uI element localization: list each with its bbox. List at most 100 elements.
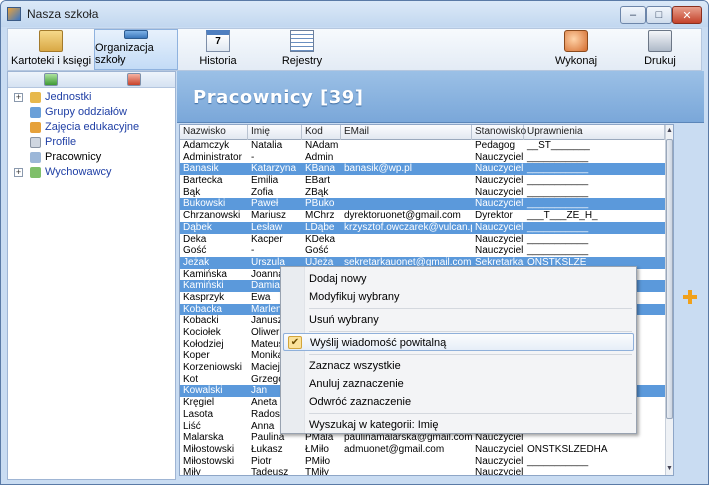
plus-icon[interactable] <box>682 289 698 305</box>
menu-item-modyfikuj[interactable]: Modyfikuj wybrany <box>283 288 634 306</box>
cell-stanowisko: Nauczyciel <box>475 443 524 455</box>
close-button[interactable]: ✕ <box>672 6 702 24</box>
menu-item-label: Wyślij wiadomość powitalną <box>310 337 447 349</box>
cell-nazwisko: Kot <box>183 373 199 385</box>
toolbar-kartoteki-button[interactable]: Kartoteki i księgi <box>8 29 94 70</box>
tree-item-pracownicy[interactable]: Pracownicy <box>8 150 175 165</box>
tree-item-profile[interactable]: Profile <box>8 135 175 150</box>
page-title: Pracownicy [39] <box>193 87 364 108</box>
menu-item-odwroc-zaznaczenie[interactable]: Odwróć zaznaczenie <box>283 393 634 411</box>
vertical-scrollbar[interactable]: ▲ ▼ <box>665 125 673 475</box>
right-action-panel <box>677 124 704 476</box>
cell-nazwisko: Kobacka <box>183 303 222 315</box>
maximize-button[interactable]: □ <box>646 6 672 24</box>
menu-item-wyslij-wiadomosc[interactable]: ✔ Wyślij wiadomość powitalną <box>283 333 634 351</box>
table-row[interactable]: Chrzanowski Mariusz MChrz dyrektoruonet@gma… <box>180 210 665 222</box>
cell-email <box>341 140 472 152</box>
table-row[interactable]: Deka Kacper KDeka Nauczyciel ___________ <box>180 234 665 246</box>
expand-icon[interactable]: + <box>14 93 23 102</box>
cell-email: admuonet@gmail.com <box>344 443 445 455</box>
tree-item-wychowawcy[interactable]: + Wychowawcy <box>8 165 175 180</box>
cell-kod: KBana <box>305 163 336 175</box>
cell-imie: - <box>251 151 255 163</box>
cell-kod: PMiło <box>305 455 331 467</box>
menu-item-anuluj-zaznaczenie[interactable]: Anuluj zaznaczenie <box>283 375 634 393</box>
toolbar-wykonaj-button[interactable]: Wykonaj <box>546 29 606 70</box>
scroll-down-icon[interactable]: ▼ <box>666 463 673 475</box>
cell-kod: Gość <box>305 245 329 257</box>
title-bar[interactable]: Nasza szkoła – □ ✕ <box>1 1 708 27</box>
groups-icon <box>30 107 41 118</box>
table-row[interactable]: Miły Tadeusz TMiły Nauczyciel ___________ <box>180 467 665 476</box>
menu-separator <box>309 308 632 309</box>
scrollbar-thumb[interactable] <box>666 139 673 419</box>
table-row[interactable]: Bąk Zofia ZBąk Nauczyciel ___________ <box>180 187 665 199</box>
cell-kod: MChrz <box>305 210 335 222</box>
cell-uprawnienia: __ST_______ <box>527 140 590 151</box>
column-header-stanowisko[interactable]: Stanowisko <box>472 125 526 140</box>
cell-uprawnienia: ___________ <box>527 467 589 476</box>
app-icon <box>7 7 21 21</box>
cell-kod: NAdam <box>305 140 339 151</box>
column-header-email[interactable]: EMail <box>341 125 472 140</box>
table-row[interactable]: Banasik Katarzyna KBana banasik@wp.pl Nauczy… <box>180 163 665 176</box>
table-row[interactable]: Adamczyk Natalia NAdam Pedagog __ST_______ <box>180 140 665 152</box>
cell-email <box>341 234 472 246</box>
toolbar-organizacja-button[interactable]: Organizacja szkoły <box>94 29 178 70</box>
table-row[interactable]: Miłostowski Łukasz ŁMiło admuonet@gmail.com… <box>180 444 665 456</box>
toolbar-kartoteki-label: Kartoteki i księgi <box>10 55 92 67</box>
folder-icon <box>39 30 63 52</box>
column-header-kod[interactable]: Kod <box>302 125 341 140</box>
calendar-icon: 7 <box>206 30 230 52</box>
section-banner: Pracownicy [39] <box>177 71 704 123</box>
cell-nazwisko: Kamiński <box>183 280 224 292</box>
menu-item-wyszukaj[interactable]: Wyszukaj w kategorii: Imię <box>283 416 634 434</box>
cell-stanowisko: Nauczyciel <box>475 175 524 187</box>
column-header-nazwisko[interactable]: Nazwisko <box>180 125 248 140</box>
cell-imie: - <box>251 245 255 257</box>
table-row[interactable]: Gość - Gość Nauczyciel ___________ <box>180 245 665 257</box>
cell-uprawnienia: ___________ <box>527 455 589 467</box>
remove-node-icon[interactable] <box>127 73 141 86</box>
cell-email <box>341 152 472 164</box>
table-row[interactable]: Administrator - Admin Nauczyciel ___________ <box>180 152 665 164</box>
expand-icon[interactable]: + <box>14 168 23 177</box>
add-node-icon[interactable] <box>44 73 58 86</box>
cell-email <box>341 467 472 475</box>
toolbar-drukuj-button[interactable]: Drukuj <box>630 29 690 70</box>
cell-nazwisko: Miły <box>183 467 201 476</box>
tree-item-zajecia[interactable]: Zajęcia edukacyjne <box>8 120 175 135</box>
cell-email <box>341 456 472 468</box>
tree-item-jednostki[interactable]: + Jednostki <box>8 90 175 105</box>
table-row[interactable]: Dąbek Lesław LDąbe krzysztof.owczarek@vulca… <box>180 221 665 234</box>
column-header-imie[interactable]: Imię <box>248 125 302 140</box>
scroll-up-icon[interactable]: ▲ <box>666 125 673 137</box>
cell-nazwisko: Kamińska <box>183 268 227 280</box>
cell-nazwisko: Kobacki <box>183 315 219 327</box>
list-icon <box>290 30 314 52</box>
cell-uprawnienia: ___T___ZE_H_ <box>527 210 598 222</box>
cell-kod: PBuko <box>305 198 335 210</box>
app-window: Nasza szkoła – □ ✕ Kartoteki i księgi Or… <box>0 0 709 485</box>
cell-stanowisko: Nauczyciel <box>475 186 524 198</box>
cell-email <box>341 245 472 257</box>
tree-item-grupy[interactable]: Grupy oddziałów <box>8 105 175 120</box>
cell-stanowisko: Nauczyciel <box>475 163 524 175</box>
column-header-uprawnienia[interactable]: Uprawnienia <box>524 125 665 140</box>
toolbar-rejestry-button[interactable]: Rejestry <box>272 29 332 70</box>
minimize-button[interactable]: – <box>620 6 646 24</box>
check-icon: ✔ <box>288 336 302 349</box>
table-row[interactable]: Miłostowski Piotr PMiło Nauczyciel _________… <box>180 456 665 468</box>
menu-item-dodaj-nowy[interactable]: Dodaj nowy <box>283 270 634 288</box>
toolbar-historia-button[interactable]: 7 Historia <box>188 29 248 70</box>
cell-nazwisko: Korzeniowski <box>183 362 242 374</box>
cell-uprawnienia: ___________ <box>527 151 589 163</box>
cell-kod: TMiły <box>305 467 329 476</box>
table-row[interactable]: Bartecka Emilia EBart Nauczyciel ___________ <box>180 175 665 187</box>
table-row[interactable]: Bukowski Paweł PBuko Nauczyciel ___________ <box>180 198 665 211</box>
menu-item-usun[interactable]: Usuń wybrany <box>283 311 634 329</box>
menu-item-zaznacz-wszystkie[interactable]: Zaznacz wszystkie <box>283 357 634 375</box>
cell-nazwisko: Bukowski <box>183 198 226 210</box>
staff-icon <box>30 152 41 163</box>
cell-nazwisko: Kołodziej <box>183 338 224 350</box>
